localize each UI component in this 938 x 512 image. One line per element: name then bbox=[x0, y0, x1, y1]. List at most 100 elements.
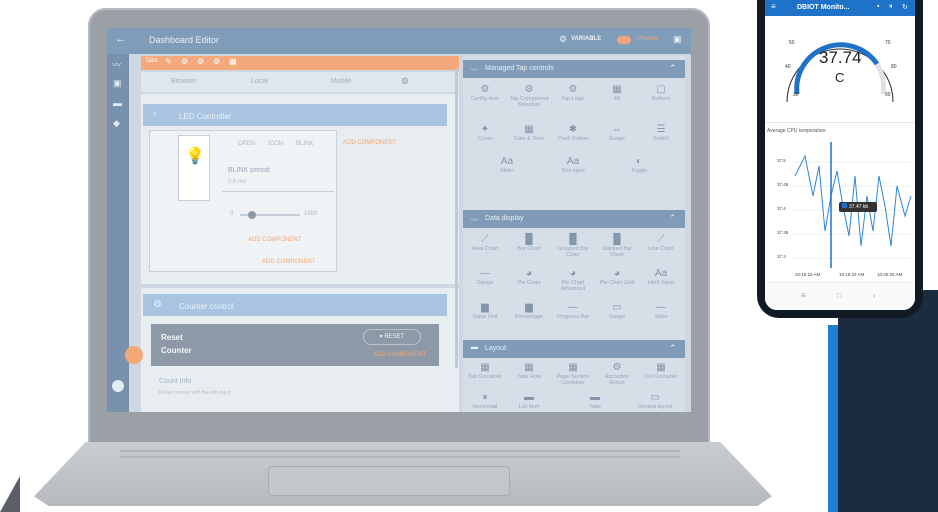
value-icon: ▆ bbox=[481, 302, 489, 313]
edit-icon[interactable]: ✎ bbox=[165, 57, 172, 66]
component-grouped-bar[interactable]: ▐▌ Grouped Bar Chart bbox=[553, 234, 593, 258]
component-date-time[interactable]: ▦ Date & Time bbox=[509, 124, 549, 142]
tabs-icon: ▬ bbox=[590, 392, 600, 403]
tabs-label[interactable]: Tabs bbox=[145, 58, 158, 64]
save-icon[interactable]: ▣ bbox=[673, 34, 682, 45]
bar-chart-icon: ▐▌ bbox=[565, 234, 581, 245]
floating-action-button[interactable] bbox=[125, 346, 143, 364]
chevron-up-icon[interactable]: ⌃ bbox=[669, 213, 677, 224]
dashboard-icon[interactable]: ▣ bbox=[113, 78, 122, 89]
back-arrow-icon[interactable]: ← bbox=[115, 33, 126, 45]
blink-slider[interactable] bbox=[240, 211, 300, 219]
decorative-shadow bbox=[0, 476, 20, 512]
component-switch[interactable]: ☰ Switch bbox=[641, 124, 681, 142]
component-tap-logic[interactable]: ⚙ Tap Logic bbox=[553, 84, 593, 102]
component-bar-chart[interactable]: ▐▌ Bar Chart bbox=[509, 234, 549, 252]
folder-icon[interactable]: ▬ bbox=[113, 98, 122, 108]
mode-icon-button[interactable]: ICON bbox=[268, 141, 283, 147]
component-cover[interactable]: ✦ Cover bbox=[465, 124, 505, 142]
component-html-value[interactable]: Aa Html Value bbox=[641, 268, 681, 286]
component-pie-grid[interactable]: ◕ Pie Chart Grid bbox=[597, 268, 637, 286]
section-title: LED Controller bbox=[179, 112, 232, 121]
counter-label-line2: Counter bbox=[161, 346, 192, 355]
help-icon[interactable] bbox=[112, 380, 124, 392]
component-toggle[interactable]: ◐ Toggle bbox=[619, 156, 659, 174]
component-config-item[interactable]: ⚙ Config Item bbox=[465, 84, 505, 102]
puzzle-icon[interactable]: ◆ bbox=[113, 118, 120, 129]
component-area-chart[interactable]: ⟋ Area Chart bbox=[465, 234, 505, 252]
refresh-icon[interactable]: ↻ bbox=[902, 3, 908, 11]
section-header-layout[interactable]: ▬ Layout ⌃ bbox=[463, 340, 685, 358]
component-stacked-bar[interactable]: ▐▌ Stacked Bar Chart bbox=[597, 234, 637, 258]
add-component-button[interactable]: ADD COMPONENT bbox=[248, 237, 301, 243]
scrollbar[interactable] bbox=[455, 68, 458, 368]
bulb-preview: 💡 bbox=[178, 135, 210, 201]
component-gauge[interactable]: — Gauge bbox=[465, 268, 505, 286]
component-alt[interactable]: ▦ Alt bbox=[597, 84, 637, 102]
component-horizontal[interactable]: ⏸ Horizontal bbox=[465, 392, 505, 410]
component-value-unit[interactable]: ▆ Value Unit bbox=[465, 302, 505, 320]
pause-icon[interactable]: ⏸ bbox=[889, 3, 893, 11]
component-tabs[interactable]: ▬ Tabs bbox=[575, 392, 615, 410]
grid-icon[interactable]: ▦ bbox=[229, 57, 237, 66]
variable-icon[interactable]: ⚙ bbox=[559, 34, 567, 45]
component-accordion[interactable]: ⚙ Accordion Group bbox=[597, 362, 637, 386]
add-component-button[interactable]: ADD COMPONENT bbox=[373, 352, 426, 358]
switch-icon: ☰ bbox=[656, 124, 666, 135]
component-buttons[interactable]: ▢ Buttons bbox=[641, 84, 681, 102]
mode-blink-button[interactable]: BLINK bbox=[296, 141, 313, 147]
component-slider[interactable]: Aa Slider bbox=[487, 156, 527, 174]
component-progress-bar[interactable]: — Progress Bar bbox=[553, 302, 593, 320]
gauge-icon: ▭ bbox=[612, 302, 622, 313]
section-header-managed[interactable]: 〰 Managed Tap controls ⌃ bbox=[463, 60, 685, 78]
preview-toggle[interactable] bbox=[617, 36, 631, 44]
section-title: Data display bbox=[485, 215, 524, 222]
component-pie-advanced[interactable]: ◕ Pie Chart Advanced bbox=[553, 268, 593, 292]
component-text-input[interactable]: Aa Text input bbox=[553, 156, 593, 174]
chevron-up-icon[interactable]: ⌃ bbox=[669, 343, 677, 354]
component-list-item[interactable]: ▬ List Item bbox=[509, 392, 549, 410]
component-gauge-2[interactable]: ▭ Gauge bbox=[597, 302, 637, 320]
chart-icon[interactable]: 〰 bbox=[112, 58, 121, 71]
home-icon[interactable]: □ bbox=[837, 291, 842, 300]
component-tab-container[interactable]: ▦ Tab Container bbox=[465, 362, 505, 380]
component-push-button[interactable]: ✱ Push Button bbox=[553, 124, 593, 142]
section-header-data-display[interactable]: 〰 Data display ⌃ bbox=[463, 210, 685, 228]
section-title: Counter control bbox=[179, 302, 234, 311]
settings-icon[interactable]: ⚙ bbox=[213, 57, 220, 66]
trackpad bbox=[268, 466, 510, 496]
component-page-section[interactable]: ▦ Page Section Container bbox=[553, 362, 593, 386]
component-tabs-row[interactable]: ▦ Tabs Row bbox=[509, 362, 549, 380]
component-vertical-layout[interactable]: ▭ Vertical layout bbox=[635, 392, 675, 410]
component-col-container[interactable]: ▦ Col Container bbox=[641, 362, 681, 380]
variable-label[interactable]: VARIABLE bbox=[571, 36, 601, 42]
settings-icon[interactable]: ⚙ bbox=[401, 76, 409, 87]
add-component-button[interactable]: ADD COMPONENT bbox=[262, 259, 315, 265]
components-panel: 〰 Managed Tap controls ⌃ ⚙ Config Item ⚙ T… bbox=[463, 56, 685, 412]
back-icon[interactable]: ≡ bbox=[801, 291, 806, 300]
settings-icon[interactable]: ⚙ bbox=[181, 57, 188, 66]
y-tick-label: 37.5 bbox=[777, 158, 786, 163]
component-table[interactable]: — Table bbox=[641, 302, 681, 320]
component-range[interactable]: ⇔ Range bbox=[597, 124, 637, 142]
menu-icon[interactable]: ‹ bbox=[873, 291, 876, 300]
reset-button[interactable]: ▾ RESET bbox=[363, 329, 421, 345]
component-tap-selection[interactable]: ⚙ Tap Component Selection bbox=[509, 84, 549, 108]
slider-thumb[interactable] bbox=[248, 211, 256, 219]
save-icon[interactable]: ▪ bbox=[877, 3, 879, 10]
menu-icon[interactable]: ≡ bbox=[771, 2, 776, 11]
count-info-subtitle: Reset counter with the info input bbox=[159, 390, 231, 396]
component-percentage[interactable]: ▆ Percentage bbox=[509, 302, 549, 320]
tab-browser[interactable]: Browser bbox=[171, 78, 197, 85]
component-line-chart[interactable]: ⟋ Line Chart bbox=[641, 234, 681, 252]
component-pie-chart[interactable]: ◕ Pie Chart bbox=[509, 268, 549, 286]
add-component-button[interactable]: ADD COMPONENT bbox=[343, 140, 396, 146]
percent-icon: ▆ bbox=[525, 302, 533, 313]
tab-mobile[interactable]: Mobile bbox=[331, 78, 352, 85]
page-title: Dashboard Editor bbox=[149, 35, 220, 45]
container-icon: ▦ bbox=[480, 362, 490, 373]
chevron-up-icon[interactable]: ⌃ bbox=[669, 63, 677, 74]
tab-local[interactable]: Local bbox=[251, 78, 268, 85]
mode-open-button[interactable]: OPEN bbox=[238, 141, 255, 147]
settings-icon[interactable]: ⚙ bbox=[197, 57, 204, 66]
